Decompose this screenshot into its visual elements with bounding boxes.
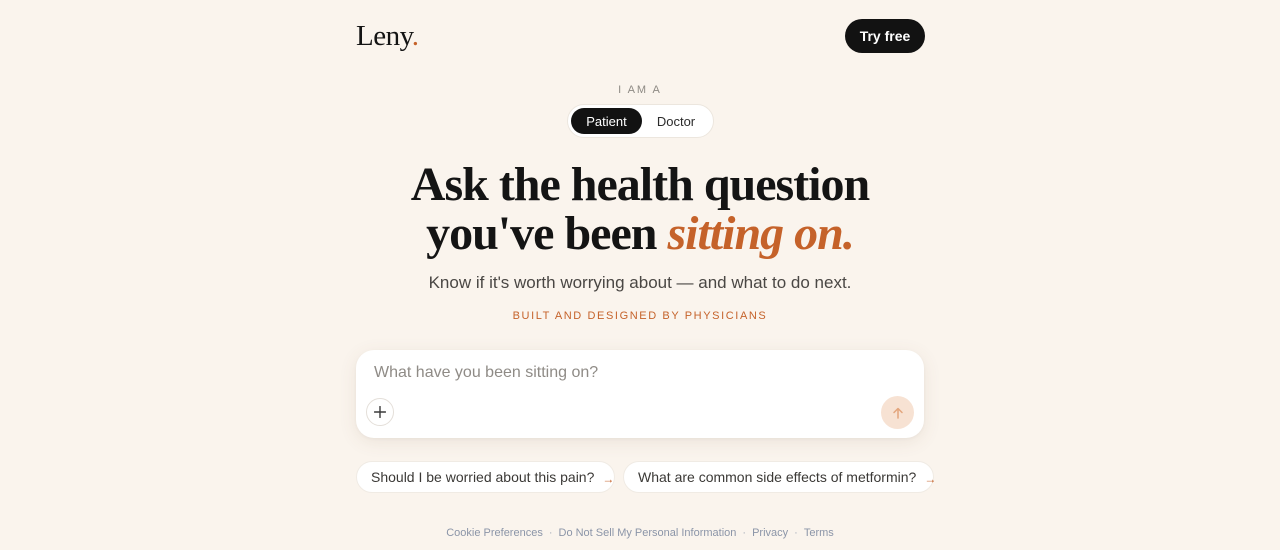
- footer-separator: ·: [548, 527, 553, 539]
- footer-links: Cookie Preferences · Do Not Sell My Person…: [0, 527, 1280, 539]
- suggestion-text: What are common side effects of metformi…: [638, 469, 917, 485]
- suggestion-chip[interactable]: What are common side effects of metformi…: [623, 461, 937, 493]
- suggestion-text: Should I be worried about this pain?: [371, 469, 595, 485]
- footer-link-terms[interactable]: Terms: [804, 527, 834, 539]
- footer-link-do-not-sell[interactable]: Do Not Sell My Personal Information: [559, 527, 737, 539]
- attach-button[interactable]: [366, 398, 394, 426]
- physicians-tagline: BUILT AND DESIGNED BY PHYSICIANS: [512, 310, 768, 322]
- arrow-right-icon: →: [602, 472, 615, 486]
- footer-link-privacy[interactable]: Privacy: [752, 527, 788, 539]
- suggestion-chip[interactable]: Should I be worried about this pain? →: [356, 461, 615, 493]
- role-switch: Patient Doctor: [567, 104, 714, 138]
- brand-logo[interactable]: Leny.: [356, 20, 419, 53]
- brand-name: Leny: [356, 20, 412, 52]
- plus-icon: [374, 406, 386, 418]
- headline-line-2: you've been: [426, 207, 668, 260]
- question-input[interactable]: [374, 362, 894, 384]
- try-free-button[interactable]: Try free: [845, 19, 925, 53]
- landing-page: Leny. Try free I AM A Patient Doctor Ask…: [0, 0, 1280, 550]
- hero-headline: Ask the health question you've been sitt…: [0, 160, 1280, 258]
- footer-separator: ·: [794, 527, 798, 539]
- question-composer: [356, 350, 924, 438]
- role-option-patient[interactable]: Patient: [571, 108, 642, 134]
- footer-separator: ·: [742, 527, 747, 539]
- hero-subhead: Know if it's worth worrying about — and …: [428, 273, 852, 292]
- headline-accent: sitting on.: [667, 207, 854, 260]
- role-option-doctor[interactable]: Doctor: [642, 108, 710, 134]
- brand-dot: .: [411, 20, 419, 52]
- role-switch-label: I AM A: [618, 84, 662, 96]
- headline-line-1: Ask the health question: [410, 158, 870, 211]
- arrow-right-icon: →: [924, 472, 937, 486]
- send-button[interactable]: [881, 396, 914, 429]
- footer-link-cookie-preferences[interactable]: Cookie Preferences: [446, 527, 543, 539]
- arrow-up-icon: [892, 407, 903, 419]
